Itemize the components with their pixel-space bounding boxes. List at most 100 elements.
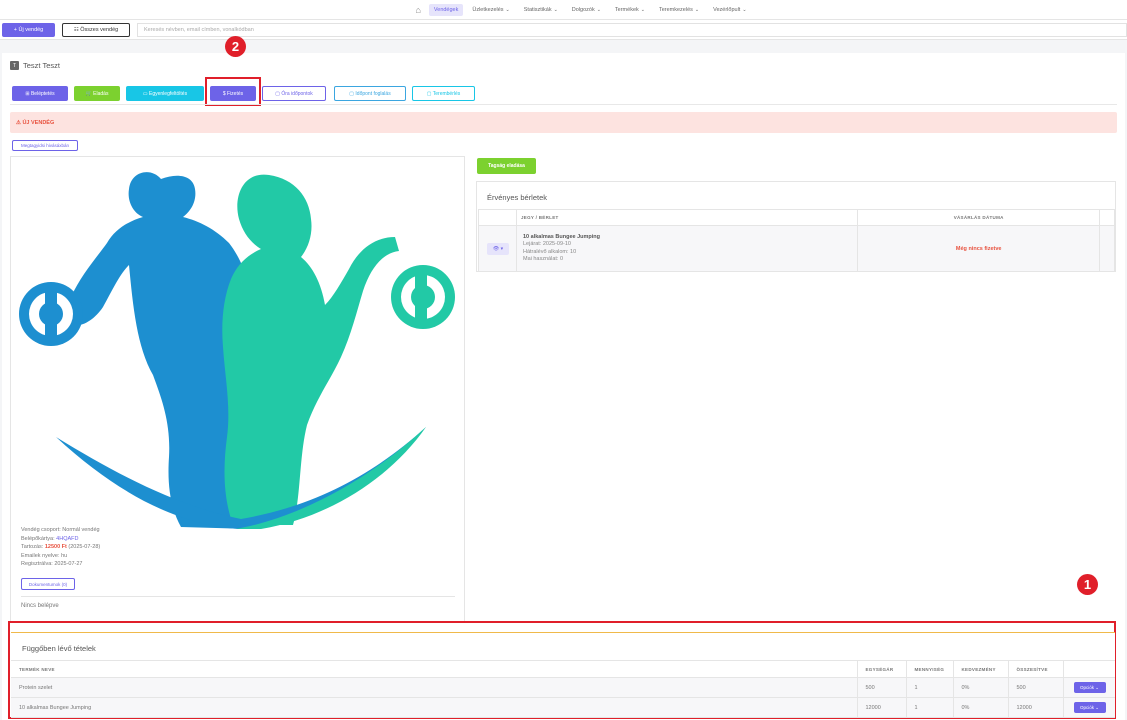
card-link[interactable]: 4HQAFD (56, 536, 78, 542)
table-row: 👁 ▾ 10 alkalmas Bungee Jumping Lejárat: … (478, 225, 1115, 272)
nav-vezerlopult[interactable]: Vezérlőpult ⌄ (708, 4, 751, 16)
nav-dolgozok[interactable]: Dolgozók ⌄ (567, 4, 606, 16)
pass-today: Mai használat: 0 (522, 256, 564, 262)
card-title: Függőben lévő tételek (22, 644, 96, 653)
debt-date: (2025-07-28) (68, 544, 101, 550)
payment-status: Még nincs fizetve (857, 225, 1100, 272)
col-action (1063, 660, 1115, 678)
nav-label: Üzletkezelés (472, 6, 504, 13)
col-qty: MENNYISÉG (906, 660, 954, 678)
col-extra (1099, 209, 1115, 226)
cell-total: 500 (1008, 677, 1064, 698)
table-row: 10 alkalmas Bungee Jumping 12000 1 0% 12… (11, 697, 1115, 718)
avatar: T (10, 61, 19, 70)
passes-table: JEGY / BÉRLET VÁSÁRLÁS DÁTUMA 👁 ▾ 10 alk… (478, 209, 1115, 272)
chevron-down-icon: ⌄ (505, 6, 510, 13)
sell-membership-button[interactable]: Tagság eladása (477, 158, 536, 174)
nav-termekek[interactable]: Termékek ⌄ (610, 4, 650, 16)
history-button[interactable]: Megtagyidsi hivásáxbán (12, 140, 78, 151)
documents-button[interactable]: Dokumentumok (0) (21, 578, 75, 590)
all-guests-button[interactable]: ☷ Összes vendég (62, 23, 130, 37)
col-action (478, 209, 517, 226)
divider (10, 104, 1117, 105)
label: Belépőkártya: (21, 535, 55, 542)
top-navigation: ⌂ Vendégek Üzletkezelés ⌄ Statisztikák ⌄ D… (0, 0, 1127, 20)
nav-statisztikak[interactable]: Statisztikák ⌄ (519, 4, 563, 16)
annotation-badge-1: 1 (1077, 574, 1098, 595)
cell-qty: 1 (906, 677, 954, 698)
nav-uzletkezeles[interactable]: Üzletkezelés ⌄ (467, 4, 514, 16)
pass-name: 10 alkalmas Bungee Jumping (522, 233, 601, 240)
room-rental-button[interactable]: ▢ Terembérlés (412, 86, 475, 101)
value: Normál vendég (62, 527, 100, 533)
options-button[interactable]: Opciók ⌄ (1073, 702, 1106, 713)
man-figure (19, 172, 257, 530)
nav-label: Termékek (614, 6, 639, 13)
checkin-status: Nincs belépve (21, 603, 59, 609)
group-row: Vendég csoport: Normál vendég (21, 526, 100, 535)
nav-vendegek[interactable]: Vendégek (428, 3, 464, 16)
divider (21, 596, 455, 597)
new-guest-alert: ⚠ ÚJ VENDÉG (10, 112, 1117, 133)
pass-info: 10 alkalmas Bungee Jumping Lejárat: 2025… (517, 234, 857, 264)
sell-button[interactable]: 🛒 Eladás (74, 86, 120, 101)
chevron-down-icon: ⌄ (596, 6, 601, 13)
lang-row: Emailek nyelve: hu (21, 552, 100, 561)
search-input[interactable] (137, 23, 1127, 37)
col-date: VÁSÁRLÁS DÁTUMA (857, 209, 1100, 226)
guest-header: T Teszt Teszt (10, 61, 60, 70)
chevron-down-icon: ⌄ (553, 6, 558, 13)
profile-info: Vendég csoport: Normál vendég Belépőkárt… (21, 526, 100, 569)
nav-teremkezeles[interactable]: Teremkezelés ⌄ (654, 4, 704, 16)
cell-discount: 0% (953, 677, 1009, 698)
class-times-button[interactable]: ▢ Óra időpontok (262, 86, 326, 101)
nav-label: Dolgozók (571, 6, 595, 13)
cell-price: 12000 (857, 697, 907, 718)
cell-qty: 1 (906, 697, 954, 718)
col-name: TERMÉK NEVE (11, 660, 858, 678)
checkin-button[interactable]: ⊞ Beléptetés (12, 86, 68, 101)
woman-figure (222, 174, 455, 526)
table-row: Protein szelet 500 1 0% 500 Opciók ⌄ (11, 677, 1115, 698)
view-dropdown-button[interactable]: 👁 ▾ (487, 242, 509, 255)
col-total: ÖSSZESÍTVE (1008, 660, 1064, 678)
options-button[interactable]: Opciók ⌄ (1073, 682, 1106, 693)
label: Tartozás: (21, 544, 44, 550)
col-discount: KEDVEZMÉNY (953, 660, 1009, 678)
chevron-down-icon: ⌄ (640, 6, 645, 13)
col-price: EGYSÉGÁR (857, 660, 907, 678)
card-title: Érvényes bérletek (487, 193, 548, 202)
label: Vendég csoport: (21, 527, 61, 533)
highlight-payment (205, 77, 261, 106)
value: 2025-07-27 (54, 561, 83, 567)
new-guest-button[interactable]: + Új vendég (2, 23, 55, 37)
card-row: Belépőkártya: 4HQAFD (21, 535, 100, 544)
balance-topup-button[interactable]: ▭ Egyenlegfeltöltés (126, 86, 204, 101)
nav-label: Statisztikák (523, 6, 552, 13)
booking-button[interactable]: ▢ Időpont foglalás (334, 86, 406, 101)
debt-value: 12500 Ft (44, 544, 67, 550)
pass-expiry: Lejárat: 2025-09-10 (522, 241, 571, 247)
pass-remaining: Hátralévő alkalom: 10 (522, 248, 577, 255)
valid-passes-card: Érvényes bérletek JEGY / BÉRLET VÁSÁRLÁS… (476, 181, 1116, 272)
nav-label: Teremkezelés (658, 6, 693, 13)
home-icon[interactable]: ⌂ (415, 5, 420, 15)
label: Emailek nyelve: (21, 552, 60, 559)
action-cell: 👁 ▾ (478, 225, 517, 272)
annotation-badge-2: 2 (225, 36, 246, 57)
value: hu (61, 552, 68, 559)
cell-action: Opciók ⌄ (1063, 677, 1115, 698)
label: Regisztrálva: (21, 561, 53, 567)
pending-items-card: Függőben lévő tételek TERMÉK NEVE EGYSÉG… (11, 632, 1115, 718)
cell-price: 500 (857, 677, 907, 698)
debt-row: Tartozás: 12500 Ft (2025-07-28) (21, 543, 100, 552)
pass-cell: 10 alkalmas Bungee Jumping Lejárat: 2025… (515, 225, 859, 272)
cell-action: Opciók ⌄ (1063, 697, 1115, 718)
reg-row: Regisztrálva: 2025-07-27 (21, 560, 100, 569)
table-header: TERMÉK NEVE EGYSÉGÁR MENNYISÉG KEDVEZMÉN… (11, 660, 1115, 678)
nav-label: Vezérlőpult (713, 6, 741, 13)
col-ticket: JEGY / BÉRLET (515, 209, 859, 226)
nav-label: Vendégek (433, 6, 459, 13)
cell-discount: 0% (953, 697, 1009, 718)
pending-table: TERMÉK NEVE EGYSÉGÁR MENNYISÉG KEDVEZMÉN… (11, 660, 1115, 718)
